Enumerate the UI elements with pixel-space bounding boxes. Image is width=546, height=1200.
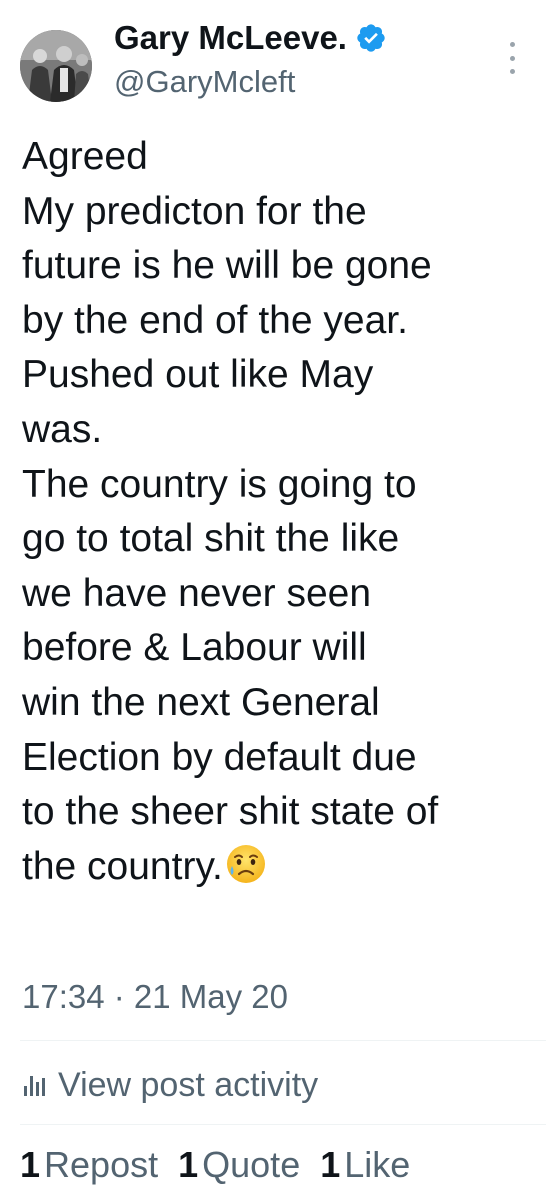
reposts-stat[interactable]: 1 Repost <box>20 1144 158 1186</box>
author-display-name[interactable]: Gary McLeeve. <box>114 19 347 57</box>
post-line: Agreed <box>22 135 148 178</box>
author-name-row[interactable]: Gary McLeeve. <box>114 16 387 60</box>
avatar[interactable] <box>20 30 92 102</box>
post-line: we have never seen <box>22 571 372 615</box>
more-options-icon[interactable] <box>500 42 524 74</box>
post-text: Agreed My predicton for the future is he… <box>22 130 537 894</box>
more-dot <box>509 55 515 61</box>
post-line: win the next General <box>22 680 380 724</box>
post-timestamp[interactable]: 17:34 · 21 May 20 <box>22 978 288 1016</box>
post-line-text: the country. <box>22 844 223 888</box>
post-line-last: the country. <box>22 840 537 895</box>
profile-photo-icon <box>20 30 92 102</box>
reposts-label: Repost <box>44 1144 159 1185</box>
post-line: was. <box>22 407 103 451</box>
more-dot <box>509 69 515 74</box>
verified-badge-icon <box>355 22 387 54</box>
post-line: My predicton for the <box>22 189 367 233</box>
likes-label: Like <box>344 1144 411 1185</box>
post-line: future is he will be gone <box>22 244 432 288</box>
sad-but-relieved-face-emoji-icon <box>225 843 267 885</box>
post-line: The country is going to <box>22 462 417 506</box>
quotes-stat[interactable]: 1 Quote <box>178 1144 300 1186</box>
post-line: Election by default due <box>22 735 417 779</box>
post-line: by the end of the year. <box>22 298 408 342</box>
author-handle[interactable]: @GaryMcleft <box>114 64 295 100</box>
analytics-bars-icon <box>22 1072 48 1098</box>
quotes-label: Quote <box>202 1144 301 1185</box>
view-post-activity-label: View post activity <box>58 1065 319 1104</box>
view-post-activity-button[interactable]: View post activity <box>22 1060 318 1110</box>
divider <box>20 1040 546 1041</box>
post-line: before & Labour will <box>22 626 367 670</box>
divider <box>20 1124 546 1125</box>
quotes-count: 1 <box>178 1144 199 1185</box>
more-dot <box>509 42 515 47</box>
engagement-stats: 1 Repost 1 Quote 1 Like <box>20 1140 430 1190</box>
likes-stat[interactable]: 1 Like <box>320 1144 410 1186</box>
post-header: Gary McLeeve. @GaryMcleft <box>0 0 546 120</box>
reposts-count: 1 <box>20 1144 41 1185</box>
likes-count: 1 <box>320 1144 341 1185</box>
post-line: to the sheer shit state of <box>22 790 439 834</box>
post-line: go to total shit the like <box>22 517 400 561</box>
post-line: Pushed out like May <box>22 353 374 397</box>
